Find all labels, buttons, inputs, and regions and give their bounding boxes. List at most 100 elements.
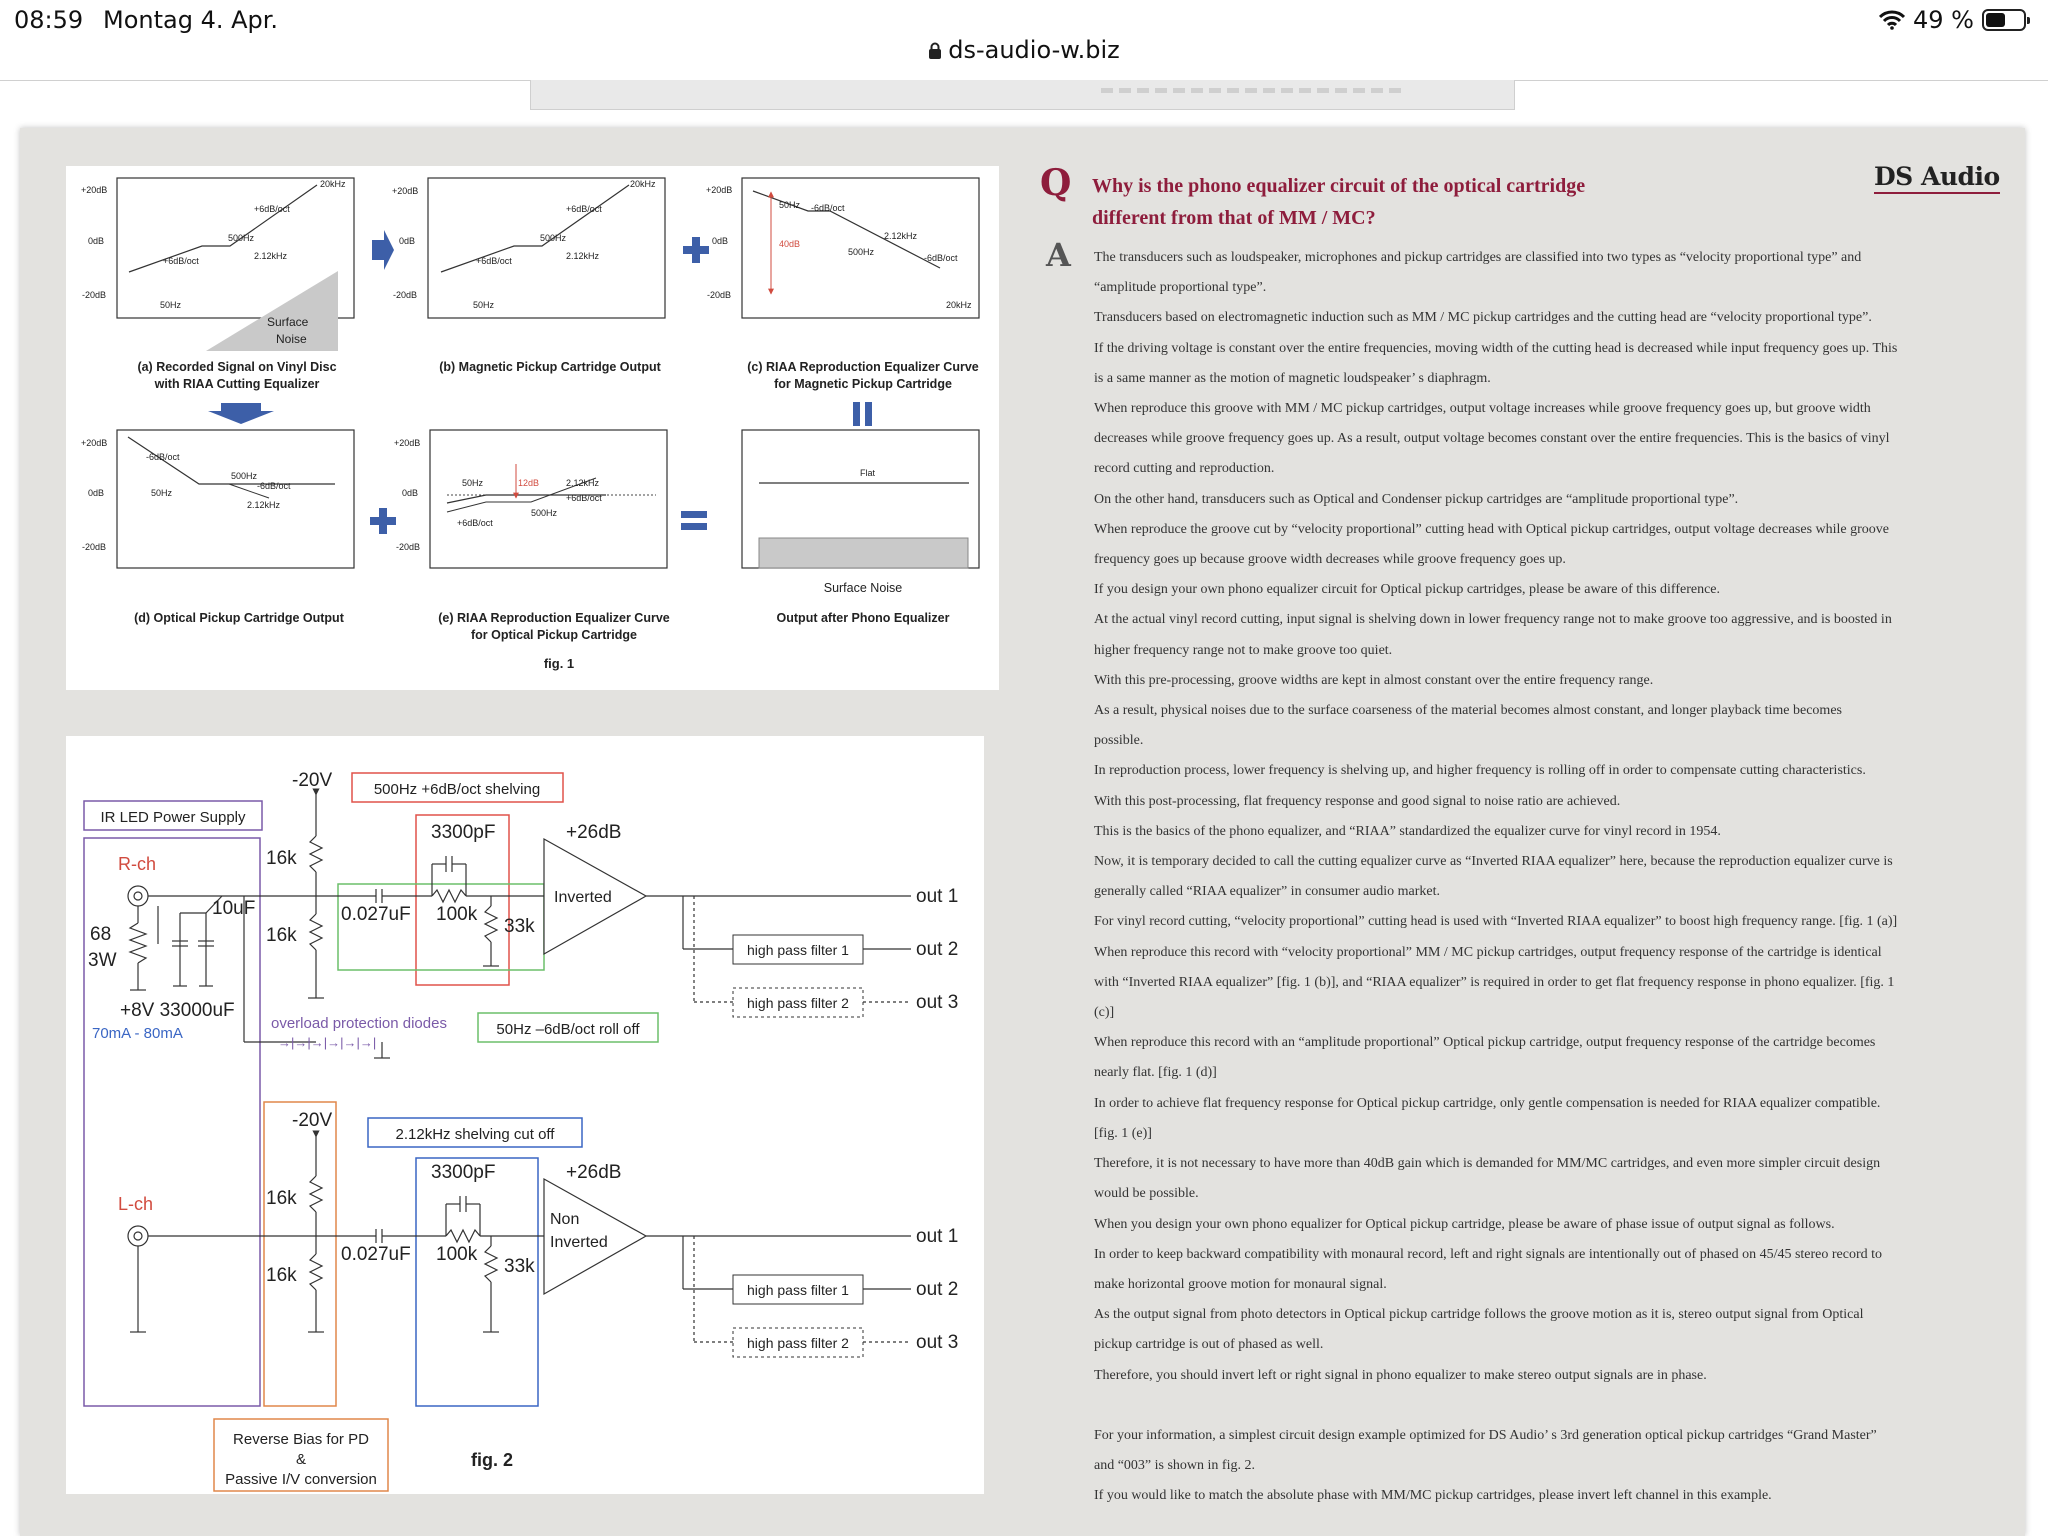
curve-label: 20kHz <box>320 179 346 189</box>
resistor-label: 16k <box>266 848 297 869</box>
curve-label: -6dB/oct <box>924 253 958 263</box>
curve-label: +6dB/oct <box>566 493 602 503</box>
panel-caption: Output after Phono Equalizer <box>777 611 950 625</box>
question-mark-letter: Q <box>1040 162 1072 204</box>
current-label: 70mA - 80mA <box>92 1025 183 1042</box>
panel-caption: (e) RIAA Reproduction Equalizer Curve <box>438 611 670 625</box>
gain-label: 40dB <box>779 239 800 249</box>
y-label: -20dB <box>707 290 731 300</box>
answer-line: In order to achieve flat frequency respo… <box>1094 1095 1881 1111</box>
y-label: 0dB <box>399 236 415 246</box>
output-label: out 2 <box>916 1279 958 1300</box>
supply-label: +8V 33000uF <box>120 1000 235 1021</box>
y-label: -20dB <box>396 542 420 552</box>
reverse-bias-label: Reverse Bias for PD <box>233 1431 369 1448</box>
output-label: out 3 <box>916 992 958 1013</box>
answer-line: nearly flat. [fig. 1 (d)] <box>1094 1065 1217 1081</box>
curve-label: 20kHz <box>630 179 656 189</box>
equals-icon <box>681 511 707 530</box>
curve-label: 20kHz <box>946 300 972 310</box>
y-label: +20dB <box>81 185 107 195</box>
answer-line: Therefore, you should invert left or rig… <box>1094 1367 1707 1383</box>
amp-label: Inverted <box>554 889 612 906</box>
answer-line: frequency goes up because groove width d… <box>1094 552 1566 568</box>
curve-label: +6dB/oct <box>566 204 602 214</box>
panel-caption: (a) Recorded Signal on Vinyl Disc <box>137 360 336 374</box>
neg20v-label: -20V <box>292 770 332 791</box>
question-line: Why is the phono equalizer circuit of th… <box>1092 175 1586 197</box>
answer-line: In reproduction process, lower frequency… <box>1094 763 1866 779</box>
lock-icon <box>929 42 942 59</box>
panel-caption: for Optical Pickup Cartridge <box>471 628 637 642</box>
curve-label: 50Hz <box>473 300 495 310</box>
answer-body: The transducers such as loudspeaker, mic… <box>1094 243 1989 1512</box>
curve-label: +6dB/oct <box>254 204 290 214</box>
answer-line: At the actual vinyl record cutting, inpu… <box>1094 612 1892 628</box>
answer-line: When you design your own phono equalizer… <box>1094 1216 1835 1232</box>
answer-line: possible. <box>1094 733 1144 749</box>
battery-icon <box>1982 9 2030 31</box>
capacitor-label: 0.027uF <box>341 1244 411 1265</box>
resistor-label: 100k <box>436 1244 478 1265</box>
curve-label: 500Hz <box>848 247 875 257</box>
r-ch-label: R-ch <box>118 854 156 874</box>
hpf-label: high pass filter 2 <box>747 995 849 1011</box>
y-label: +20dB <box>81 438 107 448</box>
answer-line: On the other hand, transducers such as O… <box>1094 491 1739 507</box>
curve-label: -6dB/oct <box>257 481 291 491</box>
curve-label: 50Hz <box>160 300 182 310</box>
status-date: Montag 4. Apr. <box>103 6 279 34</box>
y-label: +20dB <box>394 438 420 448</box>
answer-mark-letter: A <box>1046 236 1071 274</box>
y-label: +20dB <box>706 185 732 195</box>
curve-label: 50Hz <box>462 478 484 488</box>
curve-label: -6dB/oct <box>811 203 845 213</box>
answer-line: Now, it is temporary decided to call the… <box>1094 854 1893 870</box>
arrow-right-icon <box>372 230 394 270</box>
panel-caption: (c) RIAA Reproduction Equalizer Curve <box>747 360 979 374</box>
amp-label: Inverted <box>550 1234 608 1251</box>
address-bar[interactable]: ds-audio-w.biz <box>0 36 2048 76</box>
diode-chain: →|→|→|→|→|→| <box>278 1035 376 1050</box>
answer-line: and “003” is shown in fig. 2. <box>1094 1458 1255 1474</box>
arrow-down-icon <box>208 403 274 424</box>
output-label: out 1 <box>916 1226 958 1247</box>
answer-line: pickup cartridge is out of phased as wel… <box>1094 1337 1324 1353</box>
curve-label: +6dB/oct <box>163 256 199 266</box>
resistor-label: 16k <box>266 925 297 946</box>
plus-icon <box>370 508 396 534</box>
answer-line: For your information, a simplest circuit… <box>1094 1427 1877 1443</box>
curve-label: 500Hz <box>540 233 567 243</box>
noise-label: Noise <box>276 332 307 346</box>
answer-line: When reproduce this groove with MM / MC … <box>1094 401 1871 417</box>
curve-label: 500Hz <box>228 233 255 243</box>
question-heading: Why is the phono equalizer circuit of th… <box>1092 170 1692 234</box>
curve-label: 2.12kHz <box>254 251 288 261</box>
ds-audio-logo: DS Audio <box>1874 162 2000 194</box>
battery-percent: 49 % <box>1913 6 1974 34</box>
answer-line: For vinyl record cutting, “velocity prop… <box>1094 914 1898 930</box>
curve-label: -6dB/oct <box>146 452 180 462</box>
answer-line: In order to keep backward compatibility … <box>1094 1246 1883 1262</box>
curve-label: 2.12kHz <box>566 478 600 488</box>
output-label: out 3 <box>916 1332 958 1353</box>
gain-label: +26dB <box>566 1162 621 1183</box>
output-label: out 1 <box>916 886 958 907</box>
status-time: 08:59 <box>14 6 84 34</box>
reverse-bias-box <box>263 1101 337 1407</box>
gain-label: 12dB <box>518 478 539 488</box>
parallel-icon <box>853 402 872 426</box>
y-label: 0dB <box>712 236 728 246</box>
reverse-bias-label: & <box>296 1451 306 1468</box>
y-label: +20dB <box>392 186 418 196</box>
capacitor-label: 3300pF <box>431 1162 495 1183</box>
capacitor-label: 10uF <box>212 898 255 919</box>
resistor-label: 33k <box>504 916 535 937</box>
answer-line: higher frequency range not to make groov… <box>1094 642 1393 658</box>
answer-line: is a same manner as the motion of magnet… <box>1094 370 1491 386</box>
answer-line: with “Inverted RIAA equalizer” [fig. 1 (… <box>1094 974 1895 990</box>
status-right: 49 % <box>1879 6 2030 34</box>
hpf-label: high pass filter 1 <box>747 1282 849 1298</box>
curve-label: 2.12kHz <box>247 500 281 510</box>
figure-2: IR LED Power Supply 500Hz +6dB/oct shelv… <box>66 736 984 1494</box>
